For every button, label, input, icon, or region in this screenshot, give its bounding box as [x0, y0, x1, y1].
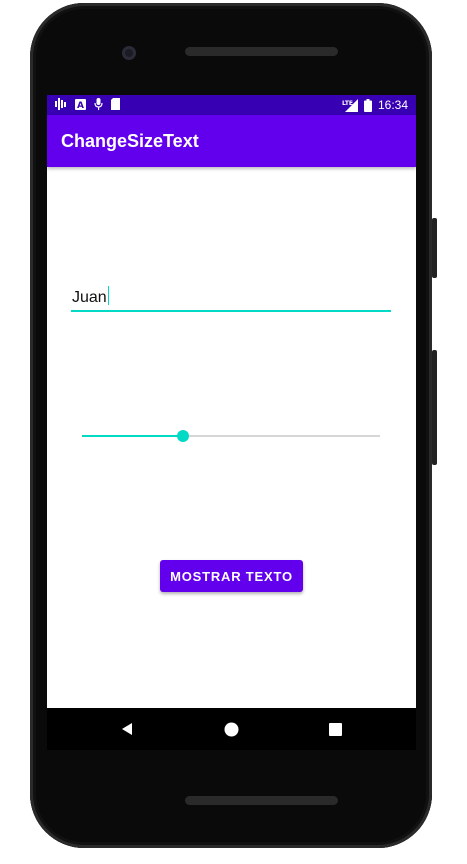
- signal-bars-icon: [55, 98, 66, 110]
- slider-active-track: [82, 435, 184, 437]
- power-button: [432, 218, 437, 278]
- navigation-bar: [47, 708, 416, 750]
- volume-button: [432, 350, 437, 465]
- home-icon: [224, 722, 238, 736]
- size-slider[interactable]: [82, 429, 380, 443]
- slider-thumb[interactable]: [177, 430, 190, 442]
- sd-card-icon: [111, 98, 120, 110]
- status-bar: A LTE 16:34: [47, 95, 416, 115]
- recents-icon: [328, 722, 342, 736]
- screen: A LTE 16:34 ChangeSizeText Juan MOSTRAR …: [47, 95, 416, 708]
- a-notification-icon: A: [75, 98, 86, 110]
- top-speaker: [185, 47, 338, 56]
- mic-icon: [94, 98, 103, 110]
- home-button[interactable]: [211, 708, 251, 750]
- status-time: 16:34: [377, 98, 408, 112]
- svg-text:A: A: [77, 101, 84, 110]
- front-camera: [122, 46, 136, 60]
- app-bar: ChangeSizeText: [47, 115, 416, 167]
- battery-icon: [363, 98, 372, 112]
- text-input-value: Juan: [72, 289, 107, 306]
- text-input-underline: [71, 310, 391, 312]
- text-cursor: [107, 286, 110, 305]
- svg-text:LTE: LTE: [342, 100, 353, 107]
- back-icon: [122, 723, 132, 735]
- show-text-button[interactable]: MOSTRAR TEXTO: [160, 560, 303, 592]
- lte-signal-icon: LTE: [342, 98, 358, 112]
- text-input[interactable]: Juan: [71, 280, 391, 312]
- app-title: ChangeSizeText: [61, 131, 199, 151]
- bottom-speaker: [185, 796, 338, 805]
- recents-button[interactable]: [315, 708, 355, 750]
- back-button[interactable]: [107, 708, 147, 750]
